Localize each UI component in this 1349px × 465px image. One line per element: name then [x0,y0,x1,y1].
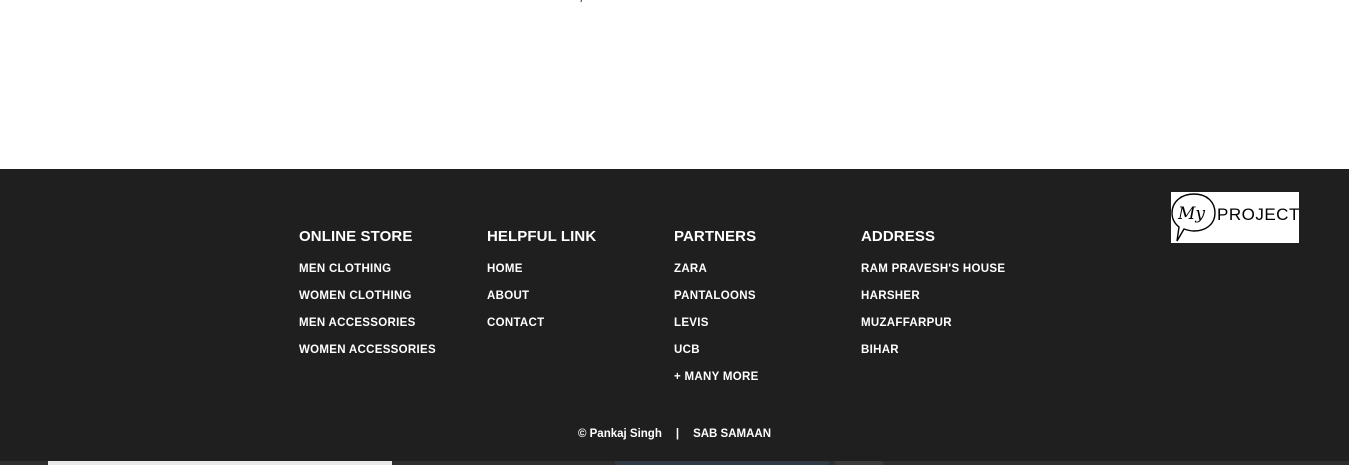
my-project-logo[interactable]: My PROJECT [1171,192,1299,243]
link-text[interactable]: ABOUT [487,290,529,302]
address-line: RAM PRAVESH'S HOUSE [861,263,1006,275]
footer-link-levis[interactable]: LEVIS [674,310,759,337]
footer-link-women-clothing[interactable]: WOMEN CLOTHING [299,283,436,310]
link-text[interactable]: WOMEN CLOTHING [299,290,412,302]
page-content-area [0,0,1349,169]
column-title: ONLINE STORE [299,228,413,245]
footer-column-helpful-link: HELPFUL LINK HOME ABOUT CONTACT [487,227,596,337]
link-text[interactable]: + MANY MORE [674,371,759,383]
footer-link-ucb[interactable]: UCB [674,337,759,364]
link-text[interactable]: MEN CLOTHING [299,263,391,275]
footer-link-zara[interactable]: ZARA [674,256,759,283]
bottom-edge-segment [48,461,392,465]
link-text[interactable]: ZARA [674,263,707,275]
text-fragment [580,0,583,3]
link-text[interactable]: HOME [487,263,523,275]
address-line: HARSHER [861,290,920,302]
address-line: BIHAR [861,344,899,356]
footer-column-partners: PARTNERS ZARA PANTALOONS LEVIS UCB + MAN… [674,227,759,391]
link-text[interactable]: PANTALOONS [674,290,756,302]
link-list: MEN CLOTHING WOMEN CLOTHING MEN ACCESSOR… [299,256,436,364]
column-title: PARTNERS [674,228,757,245]
separator: | [675,428,680,440]
footer-link-home[interactable]: HOME [487,256,596,283]
column-title: HELPFUL LINK [487,228,597,245]
link-list: HOME ABOUT CONTACT [487,256,596,337]
link-text[interactable]: CONTACT [487,317,544,329]
logo-script-text: My [1177,204,1205,224]
copyright-bar: © Pankaj Singh | SAB SAMAAN [0,428,1349,440]
site-footer: ONLINE STORE MEN CLOTHING WOMEN CLOTHING… [0,169,1349,465]
footer-link-about[interactable]: ABOUT [487,283,596,310]
footer-link-many-more[interactable]: + MANY MORE [674,364,759,391]
footer-column-address: ADDRESS RAM PRAVESH'S HOUSE HARSHER MUZA… [861,227,1005,364]
footer-link-women-accessories[interactable]: WOMEN ACCESSORIES [299,337,436,364]
footer-link-contact[interactable]: CONTACT [487,310,596,337]
bottom-edge-segment [615,461,829,465]
footer-link-men-accessories[interactable]: MEN ACCESSORIES [299,310,436,337]
logo-text: PROJECT [1217,205,1299,224]
link-text[interactable]: LEVIS [674,317,709,329]
link-text[interactable]: WOMEN ACCESSORIES [299,344,436,356]
footer-link-pantaloons[interactable]: PANTALOONS [674,283,759,310]
address-line: MUZAFFARPUR [861,317,952,329]
bottom-edge-segment [835,461,883,465]
column-title: ADDRESS [861,228,936,245]
link-text[interactable]: MEN ACCESSORIES [299,317,416,329]
link-text[interactable]: UCB [674,344,700,356]
brand-link[interactable]: SAB SAMAAN [693,428,771,440]
address-list: RAM PRAVESH'S HOUSE HARSHER MUZAFFARPUR … [861,256,1005,364]
copyright-text: © Pankaj Singh [577,428,662,440]
footer-link-men-clothing[interactable]: MEN CLOTHING [299,256,436,283]
link-list: ZARA PANTALOONS LEVIS UCB + MANY MORE [674,256,759,391]
footer-column-online-store: ONLINE STORE MEN CLOTHING WOMEN CLOTHING… [299,227,436,364]
